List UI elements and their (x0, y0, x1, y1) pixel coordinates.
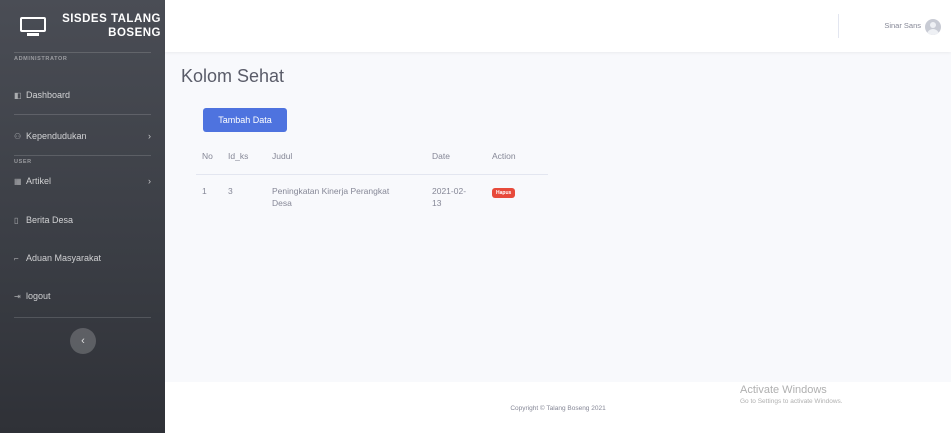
column-header-judul: Judul (266, 138, 426, 175)
column-header-action: Action (486, 138, 548, 175)
chevron-right-icon: › (148, 131, 151, 141)
sidebar-heading-admin: ADMINISTRATOR (14, 56, 68, 62)
table-row: 1 3 Peningkatan Kinerja Perangkat Desa 2… (196, 174, 548, 226)
column-header-date: Date (426, 138, 486, 175)
activate-windows-watermark: Activate Windows Go to Settings to activ… (740, 384, 843, 405)
column-header-id-ks: Id_ks (222, 138, 266, 175)
sidebar-toggle-button[interactable]: ‹ (70, 328, 96, 354)
sidebar-divider (14, 155, 151, 156)
cell-date: 2021-02-13 (432, 185, 467, 208)
avatar[interactable] (925, 19, 941, 35)
cell-no: 1 (202, 185, 207, 196)
add-data-button[interactable]: Tambah Data (203, 108, 287, 132)
user-name[interactable]: Sinar Sans (884, 21, 921, 30)
sidebar-item-berita-desa[interactable]: ▯ Berita Desa (0, 201, 165, 239)
sidebar-item-logout[interactable]: ⇥ logout (0, 277, 165, 315)
sidebar-item-label: Aduan Masyarakat (26, 253, 102, 263)
sidebar-item-aduan-masyarakat[interactable]: ⌐ Aduan Masyarakat (0, 239, 165, 277)
chevron-left-icon: ‹ (81, 335, 85, 347)
monitor-icon (18, 15, 48, 37)
brand-line-2: BOSENG (108, 27, 161, 39)
table-icon: ▦ (14, 176, 22, 186)
sidebar-item-label: Berita Desa (26, 215, 74, 225)
chevron-right-icon: › (148, 176, 151, 186)
data-table: No Id_ks Judul Date Action 1 3 Peningkat… (196, 138, 548, 226)
sidebar-item-label: Dashboard (26, 90, 71, 100)
page-title: Kolom Sehat (181, 66, 285, 86)
sidebar-divider (14, 52, 151, 53)
message-icon: ⌐ (14, 253, 19, 263)
sidebar: SISDES TALANG BOSENG ADMINISTRATOR ◧ Das… (0, 0, 165, 433)
cell-judul: Peningkatan Kinerja Perangkat Desa (272, 185, 390, 208)
sidebar-item-label: Artikel (26, 176, 52, 186)
table-header-row: No Id_ks Judul Date Action (196, 138, 548, 175)
logout-icon: ⇥ (14, 291, 21, 301)
sidebar-item-artikel[interactable]: ▦ Artikel › (0, 165, 165, 197)
file-icon: ▯ (14, 215, 19, 225)
sidebar-divider (14, 114, 151, 115)
brand-text: SISDES TALANG BOSENG (56, 12, 161, 40)
sidebar-item-label: Kependudukan (26, 131, 87, 141)
copyright-text: Copyright © Talang Boseng 2021 (510, 405, 606, 412)
cell-action: Hapus (486, 174, 548, 226)
dashboard-icon: ◧ (14, 90, 22, 100)
cell-id-ks: 3 (228, 185, 233, 196)
topbar: Sinar Sans (165, 0, 951, 52)
delete-button[interactable]: Hapus (492, 187, 516, 198)
sidebar-item-label: logout (26, 291, 51, 301)
users-icon: ⚇ (14, 131, 22, 141)
sidebar-item-kependudukan[interactable]: ⚇ Kependudukan › (0, 117, 165, 155)
sidebar-divider (14, 317, 151, 318)
brand-line-1: SISDES TALANG (62, 13, 161, 25)
topbar-divider (838, 14, 839, 38)
sidebar-item-dashboard[interactable]: ◧ Dashboard (0, 76, 165, 114)
brand[interactable]: SISDES TALANG BOSENG (0, 0, 165, 52)
watermark-title: Activate Windows (740, 384, 827, 396)
watermark-subtitle: Go to Settings to activate Windows. (740, 398, 843, 405)
column-header-no: No (196, 138, 222, 175)
